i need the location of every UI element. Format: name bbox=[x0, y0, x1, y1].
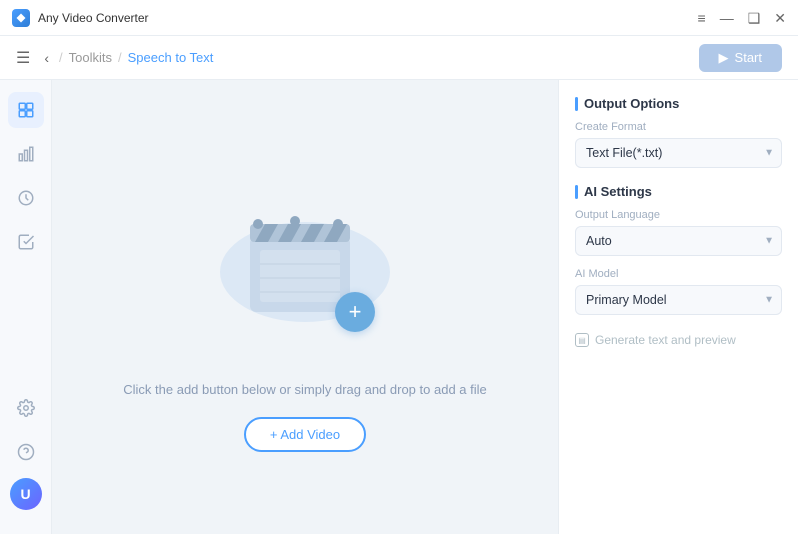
output-language-select[interactable]: Auto English Chinese Japanese French Spa… bbox=[575, 226, 782, 256]
create-format-label: Create Format bbox=[575, 121, 782, 133]
breadcrumb: / Toolkits / Speech to Text bbox=[59, 50, 213, 65]
sidebar-item-tasks[interactable] bbox=[8, 224, 44, 260]
content-area: + Click the add button below or simply d… bbox=[52, 80, 558, 534]
ai-model-wrapper: Primary Model Secondary Model ▼ bbox=[575, 285, 782, 315]
generate-icon: ▤ bbox=[575, 333, 589, 347]
create-format-select[interactable]: Text File(*.txt) SRT File(*.srt) VTT Fil… bbox=[575, 138, 782, 168]
section-accent-output bbox=[575, 97, 578, 111]
sidebar-bottom: U bbox=[8, 390, 44, 522]
ai-model-select[interactable]: Primary Model Secondary Model bbox=[575, 285, 782, 315]
menu-icon[interactable]: ≡ bbox=[698, 11, 706, 25]
add-circle-button[interactable]: + bbox=[335, 292, 375, 332]
app-icon bbox=[12, 9, 30, 27]
sidebar-item-help[interactable] bbox=[8, 434, 44, 470]
ai-model-field: AI Model Primary Model Secondary Model ▼ bbox=[575, 268, 782, 315]
avatar-initial: U bbox=[20, 486, 30, 502]
start-icon: ▶ bbox=[719, 50, 729, 66]
start-label: Start bbox=[735, 50, 762, 65]
start-button[interactable]: ▶ Start bbox=[699, 44, 782, 72]
sidebar-item-home[interactable] bbox=[8, 92, 44, 128]
drop-hint: Click the add button below or simply dra… bbox=[123, 382, 487, 397]
sidebar: U bbox=[0, 80, 52, 534]
close-icon[interactable]: ✕ bbox=[774, 11, 786, 25]
main-layout: U bbox=[0, 80, 798, 534]
toolbar: ☰ ‹ / Toolkits / Speech to Text ▶ Start bbox=[0, 36, 798, 80]
add-video-button[interactable]: + Add Video bbox=[244, 417, 366, 452]
avatar[interactable]: U bbox=[10, 478, 42, 510]
generate-button[interactable]: ▤ Generate text and preview bbox=[575, 327, 736, 353]
create-format-wrapper: Text File(*.txt) SRT File(*.srt) VTT Fil… bbox=[575, 138, 782, 168]
ai-settings-title: AI Settings bbox=[584, 184, 652, 199]
sidebar-item-settings[interactable] bbox=[8, 390, 44, 426]
create-format-field: Create Format Text File(*.txt) SRT File(… bbox=[575, 121, 782, 168]
output-language-wrapper: Auto English Chinese Japanese French Spa… bbox=[575, 226, 782, 256]
hamburger-menu[interactable]: ☰ bbox=[16, 48, 30, 68]
title-bar-left: Any Video Converter bbox=[12, 9, 149, 27]
output-options-header: Output Options bbox=[575, 96, 782, 111]
ai-settings-section: AI Settings Output Language Auto English… bbox=[575, 184, 782, 353]
breadcrumb-toolkits[interactable]: Toolkits bbox=[69, 50, 112, 65]
output-language-field: Output Language Auto English Chinese Jap… bbox=[575, 209, 782, 256]
ai-model-label: AI Model bbox=[575, 268, 782, 280]
back-button[interactable]: ‹ bbox=[44, 50, 49, 66]
app-title: Any Video Converter bbox=[38, 11, 149, 25]
clapboard-container: + bbox=[205, 162, 405, 362]
generate-label: Generate text and preview bbox=[595, 333, 736, 347]
section-accent-ai bbox=[575, 185, 578, 199]
sidebar-item-history[interactable] bbox=[8, 180, 44, 216]
output-options-title: Output Options bbox=[584, 96, 679, 111]
title-bar-controls[interactable]: ≡ — ❑ ✕ bbox=[698, 11, 786, 25]
breadcrumb-sep-1: / bbox=[59, 50, 63, 65]
sidebar-item-chart[interactable] bbox=[8, 136, 44, 172]
right-panel: Output Options Create Format Text File(*… bbox=[558, 80, 798, 534]
maximize-icon[interactable]: ❑ bbox=[748, 11, 761, 25]
ai-settings-header: AI Settings bbox=[575, 184, 782, 199]
output-language-label: Output Language bbox=[575, 209, 782, 221]
title-bar: Any Video Converter ≡ — ❑ ✕ bbox=[0, 0, 798, 36]
breadcrumb-sep-2: / bbox=[118, 50, 122, 65]
breadcrumb-current: Speech to Text bbox=[128, 50, 214, 65]
plus-icon: + bbox=[349, 299, 362, 325]
output-options-section: Output Options Create Format Text File(*… bbox=[575, 96, 782, 168]
drop-zone[interactable]: + Click the add button below or simply d… bbox=[123, 162, 487, 452]
minimize-icon[interactable]: — bbox=[720, 11, 734, 25]
